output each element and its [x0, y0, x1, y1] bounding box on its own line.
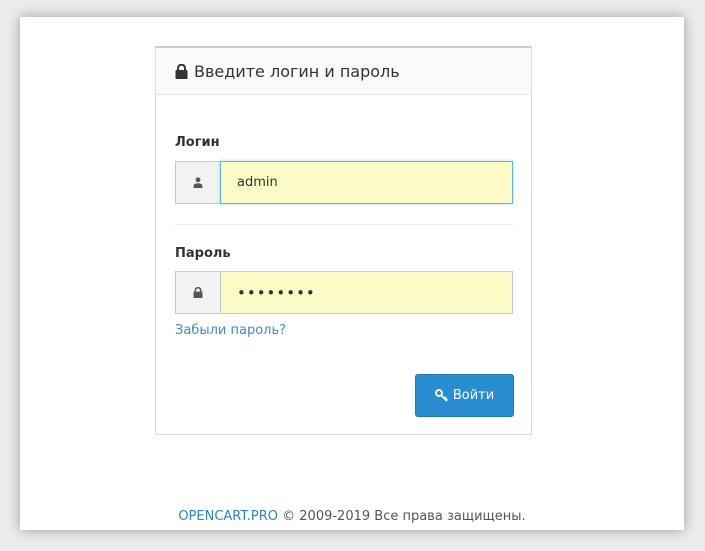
login-page: Введите логин и пароль Логин Пароль ••••… — [20, 17, 684, 530]
login-button[interactable]: Войти — [415, 374, 514, 417]
copyright-text: © 2009-2019 Все права защищены. — [278, 509, 526, 524]
password-addon — [175, 271, 220, 314]
username-label: Логин — [175, 135, 220, 150]
lock-icon — [175, 63, 188, 79]
lock-icon — [193, 287, 203, 298]
panel-title: Введите логин и пароль — [194, 61, 400, 81]
brand-link[interactable]: OPENCART.PRO — [178, 509, 278, 524]
password-input[interactable]: •••••••• — [220, 271, 513, 314]
username-input[interactable] — [220, 161, 513, 204]
panel-heading: Введите логин и пароль — [156, 48, 531, 95]
login-button-label: Войти — [452, 388, 495, 403]
forgot-password-link[interactable]: Забыли пароль? — [175, 323, 286, 338]
key-icon — [434, 389, 448, 402]
form-divider — [175, 224, 513, 225]
user-icon — [193, 177, 203, 188]
username-addon — [175, 161, 220, 204]
username-input-group — [175, 161, 513, 204]
login-panel: Введите логин и пароль Логин Пароль ••••… — [155, 46, 532, 435]
password-input-group: •••••••• — [175, 271, 513, 314]
footer: OPENCART.PRO © 2009-2019 Все права защищ… — [20, 509, 684, 524]
password-label: Пароль — [175, 246, 231, 261]
